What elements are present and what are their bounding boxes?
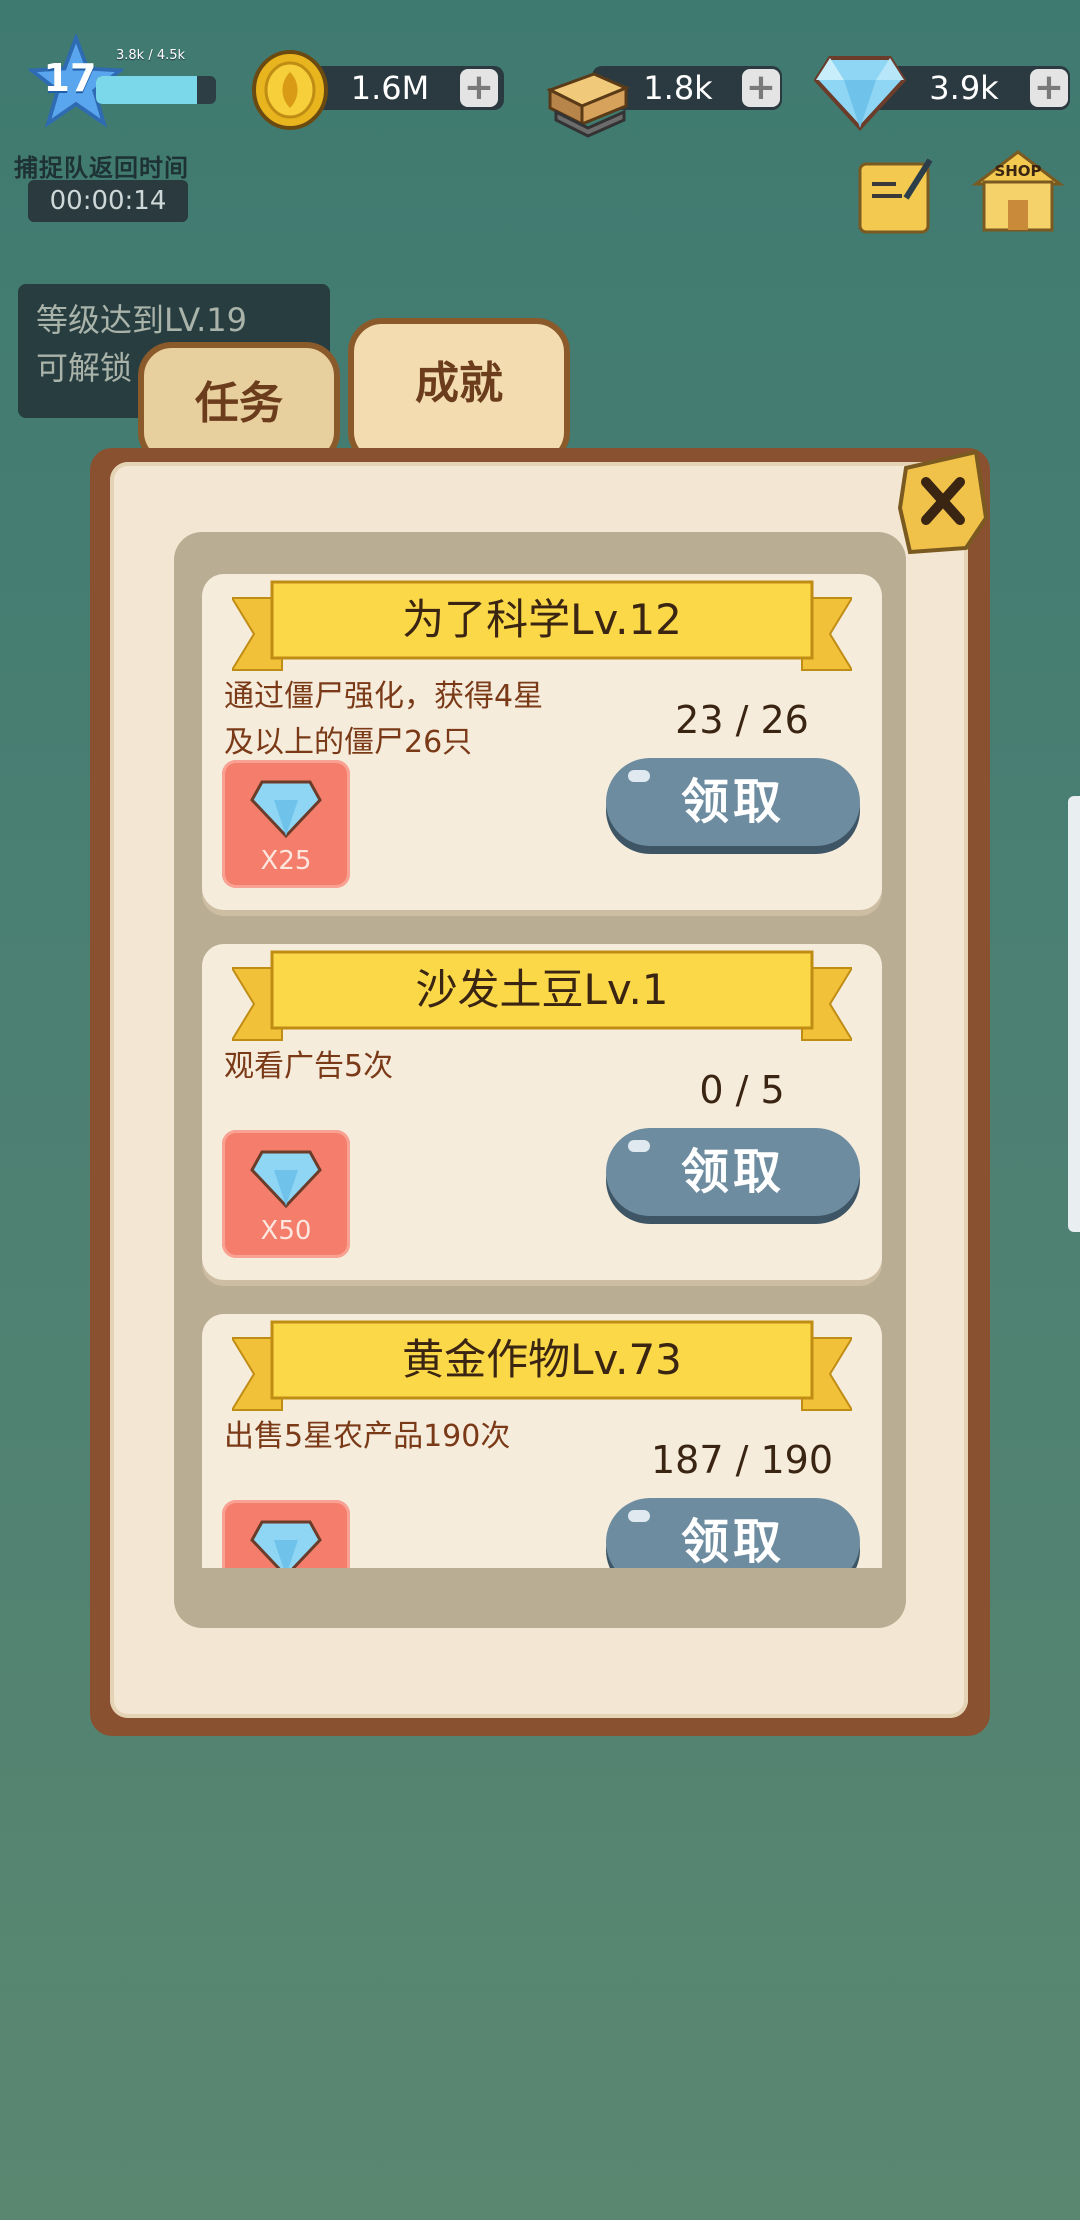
claim-label: 领取 bbox=[680, 1514, 785, 1568]
wood-value: 1.8k bbox=[643, 69, 713, 107]
coin-icon bbox=[252, 50, 328, 130]
achievement-progress: 0 / 5 bbox=[699, 1068, 785, 1112]
achievement-card: 为了科学Lv.12 通过僵尸强化，获得4星 及以上的僵尸26只 23 / 26 … bbox=[202, 574, 882, 910]
claim-label: 领取 bbox=[680, 1144, 785, 1200]
wood-planks-icon bbox=[546, 72, 630, 138]
achievement-desc-line: 通过僵尸强化，获得4星 bbox=[224, 679, 544, 714]
button-shine bbox=[628, 1510, 650, 1522]
achievement-card: 沙发土豆Lv.1 观看广告5次 0 / 5 X50 领取 bbox=[202, 944, 882, 1280]
unlock-hint-line1: 等级达到LV.19 bbox=[36, 301, 247, 339]
diamond-icon bbox=[250, 780, 322, 839]
achievement-list[interactable]: 为了科学Lv.12 通过僵尸强化，获得4星 及以上的僵尸26只 23 / 26 … bbox=[202, 566, 882, 1568]
side-pull-tab[interactable] bbox=[1068, 796, 1080, 1232]
reward-tile: X25 bbox=[222, 760, 350, 888]
diamond-icon bbox=[250, 1520, 322, 1568]
notepad-icon[interactable] bbox=[856, 154, 936, 236]
gem-value: 3.9k bbox=[929, 69, 999, 107]
diamond-icon bbox=[814, 56, 906, 131]
achievement-progress: 23 / 26 bbox=[675, 698, 809, 742]
add-coins-button[interactable]: + bbox=[460, 69, 498, 107]
claim-button[interactable]: 领取 bbox=[606, 1498, 860, 1568]
reward-tile bbox=[222, 1500, 350, 1568]
claim-label: 领取 bbox=[680, 774, 785, 830]
close-icon[interactable] bbox=[896, 448, 990, 560]
button-shine bbox=[628, 770, 650, 782]
player-level: 17 bbox=[43, 56, 97, 100]
achievement-card: 黄金作物Lv.73 出售5星农产品190次 187 / 190 领取 bbox=[202, 1314, 882, 1568]
button-shine bbox=[628, 1140, 650, 1152]
achievement-desc: 出售5星农产品190次 bbox=[224, 1414, 624, 1460]
achievement-title: 黄金作物Lv.73 bbox=[402, 1335, 682, 1384]
xp-bar bbox=[96, 76, 216, 104]
shop-label: SHOP bbox=[994, 162, 1042, 180]
diamond-icon bbox=[250, 1150, 322, 1209]
achievement-desc-line: 出售5星农产品190次 bbox=[224, 1419, 511, 1454]
add-gems-button[interactable]: + bbox=[1030, 69, 1068, 107]
achievement-desc: 观看广告5次 bbox=[224, 1044, 624, 1090]
tab-achievements[interactable]: 成就 bbox=[348, 318, 570, 466]
achievement-progress: 187 / 190 bbox=[650, 1438, 834, 1482]
shop-button[interactable]: SHOP bbox=[971, 148, 1065, 236]
xp-text: 3.8k / 4.5k bbox=[116, 48, 186, 63]
reward-tile: X50 bbox=[222, 1130, 350, 1258]
reward-amount: X50 bbox=[260, 1216, 312, 1246]
coin-value: 1.6M bbox=[350, 69, 430, 107]
capture-team-label: 捕捉队返回时间 bbox=[14, 154, 189, 182]
reward-amount: X25 bbox=[260, 846, 312, 876]
achievement-desc: 通过僵尸强化，获得4星 及以上的僵尸26只 bbox=[224, 674, 624, 766]
achievement-desc-line: 观看广告5次 bbox=[224, 1049, 394, 1084]
achievement-title: 为了科学Lv.12 bbox=[402, 595, 682, 644]
achievement-title: 沙发土豆Lv.1 bbox=[415, 965, 669, 1014]
xp-bar-fill bbox=[96, 76, 197, 104]
claim-button[interactable]: 领取 bbox=[606, 1128, 860, 1216]
capture-timer: 00:00:14 bbox=[28, 180, 188, 222]
claim-button[interactable]: 领取 bbox=[606, 758, 860, 846]
add-wood-button[interactable]: + bbox=[742, 69, 780, 107]
